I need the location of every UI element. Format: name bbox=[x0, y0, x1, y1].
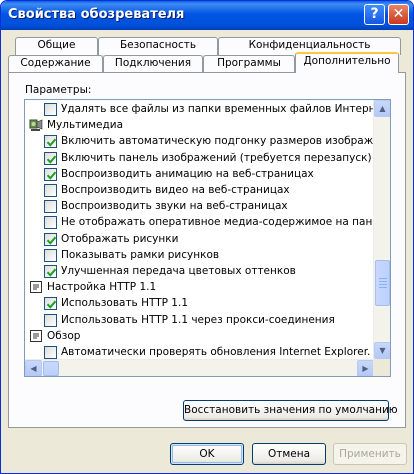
restore-defaults-button[interactable]: Восстановить значения по умолчанию bbox=[183, 400, 398, 421]
checkbox-unchecked[interactable] bbox=[44, 346, 57, 359]
option-label: Включить панель изображений (требуется п… bbox=[61, 151, 372, 164]
checkbox-checked[interactable] bbox=[44, 135, 57, 149]
window-title: Свойства обозревателя bbox=[8, 7, 185, 22]
tab-connections[interactable]: Подключения bbox=[103, 55, 203, 73]
option-label: Удалять все файлы из папки временных фай… bbox=[61, 103, 374, 115]
title-bar[interactable]: Свойства обозревателя ? ✕ bbox=[1, 1, 413, 30]
settings-list-content: Удалять все файлы из папки временных фай… bbox=[25, 100, 374, 359]
vertical-scrollbar[interactable]: ▲ ▼ bbox=[373, 100, 390, 359]
checkbox-unchecked[interactable] bbox=[44, 200, 57, 214]
checkbox-unchecked[interactable] bbox=[44, 248, 57, 262]
scroll-up-button[interactable]: ▲ bbox=[374, 100, 390, 117]
option-label: Отображать рисунки bbox=[61, 232, 179, 245]
close-button[interactable]: ✕ bbox=[388, 4, 409, 25]
ok-button[interactable]: OK bbox=[170, 443, 244, 465]
horizontal-scroll-thumb[interactable] bbox=[43, 361, 59, 376]
tab-security[interactable]: Безопасность bbox=[98, 37, 218, 55]
option-label: Улучшенная передача цветовых оттенков bbox=[61, 265, 296, 277]
checkbox-checked[interactable] bbox=[44, 151, 57, 165]
group-label: Обзор bbox=[47, 329, 81, 342]
group-label: Настройка HTTP 1.1 bbox=[47, 281, 157, 294]
settings-label: Параметры: bbox=[25, 84, 92, 96]
settings-list[interactable]: Удалять все файлы из папки временных фай… bbox=[24, 99, 391, 377]
tab-content[interactable]: Содержание bbox=[8, 55, 103, 73]
group-label: Мультимедиа bbox=[47, 119, 124, 132]
horizontal-scrollbar[interactable]: ◀ ▶ bbox=[25, 359, 374, 376]
option-label: Воспроизводить анимацию на веб-страницах bbox=[61, 167, 314, 180]
scroll-right-button[interactable]: ▶ bbox=[357, 360, 374, 376]
option-label: Включить автоматическую подгонку размеро… bbox=[61, 135, 374, 148]
checkbox-unchecked[interactable] bbox=[44, 103, 57, 116]
option-label: Использовать HTTP 1.1 bbox=[61, 297, 188, 310]
option-label: Воспроизводить видео на веб-страницах bbox=[61, 184, 290, 196]
option-label: Автоматически проверять обновления Inter… bbox=[61, 346, 371, 358]
cancel-button[interactable]: Отмена bbox=[252, 443, 326, 465]
checkbox-unchecked[interactable] bbox=[44, 216, 57, 230]
option-label: Воспроизводить звуки на веб-страницах bbox=[61, 200, 288, 213]
scroll-down-button[interactable]: ▼ bbox=[374, 342, 390, 359]
help-button[interactable]: ? bbox=[364, 4, 385, 25]
http-settings-icon bbox=[29, 280, 43, 294]
apply-button[interactable]: Применить bbox=[333, 443, 407, 465]
checkbox-unchecked[interactable] bbox=[44, 313, 57, 327]
multimedia-icon bbox=[29, 118, 43, 132]
tab-advanced[interactable]: Дополнительно bbox=[295, 52, 399, 73]
option-label: Не отображать оперативное медиа-содержим… bbox=[61, 216, 374, 229]
checkbox-checked[interactable] bbox=[44, 265, 57, 278]
internet-options-dialog: Свойства обозревателя ? ✕ Общие Безопасн… bbox=[0, 0, 414, 474]
scrollbar-corner bbox=[373, 359, 390, 376]
browse-icon bbox=[29, 329, 43, 343]
scroll-left-button[interactable]: ◀ bbox=[25, 360, 42, 376]
tab-programs[interactable]: Программы bbox=[203, 55, 295, 73]
tab-general[interactable]: Общие bbox=[15, 37, 98, 55]
checkbox-checked[interactable] bbox=[44, 167, 57, 181]
checkbox-unchecked[interactable] bbox=[44, 184, 57, 197]
option-label: Показывать рамки рисунков bbox=[61, 248, 220, 261]
checkbox-checked[interactable] bbox=[44, 232, 57, 246]
option-label: Использовать HTTP 1.1 через прокси-соеди… bbox=[61, 313, 335, 326]
vertical-scroll-thumb[interactable] bbox=[375, 260, 390, 306]
advanced-tab-panel: Параметры: Удалять все файлы из папки вр… bbox=[8, 72, 406, 428]
checkbox-checked[interactable] bbox=[44, 297, 57, 311]
